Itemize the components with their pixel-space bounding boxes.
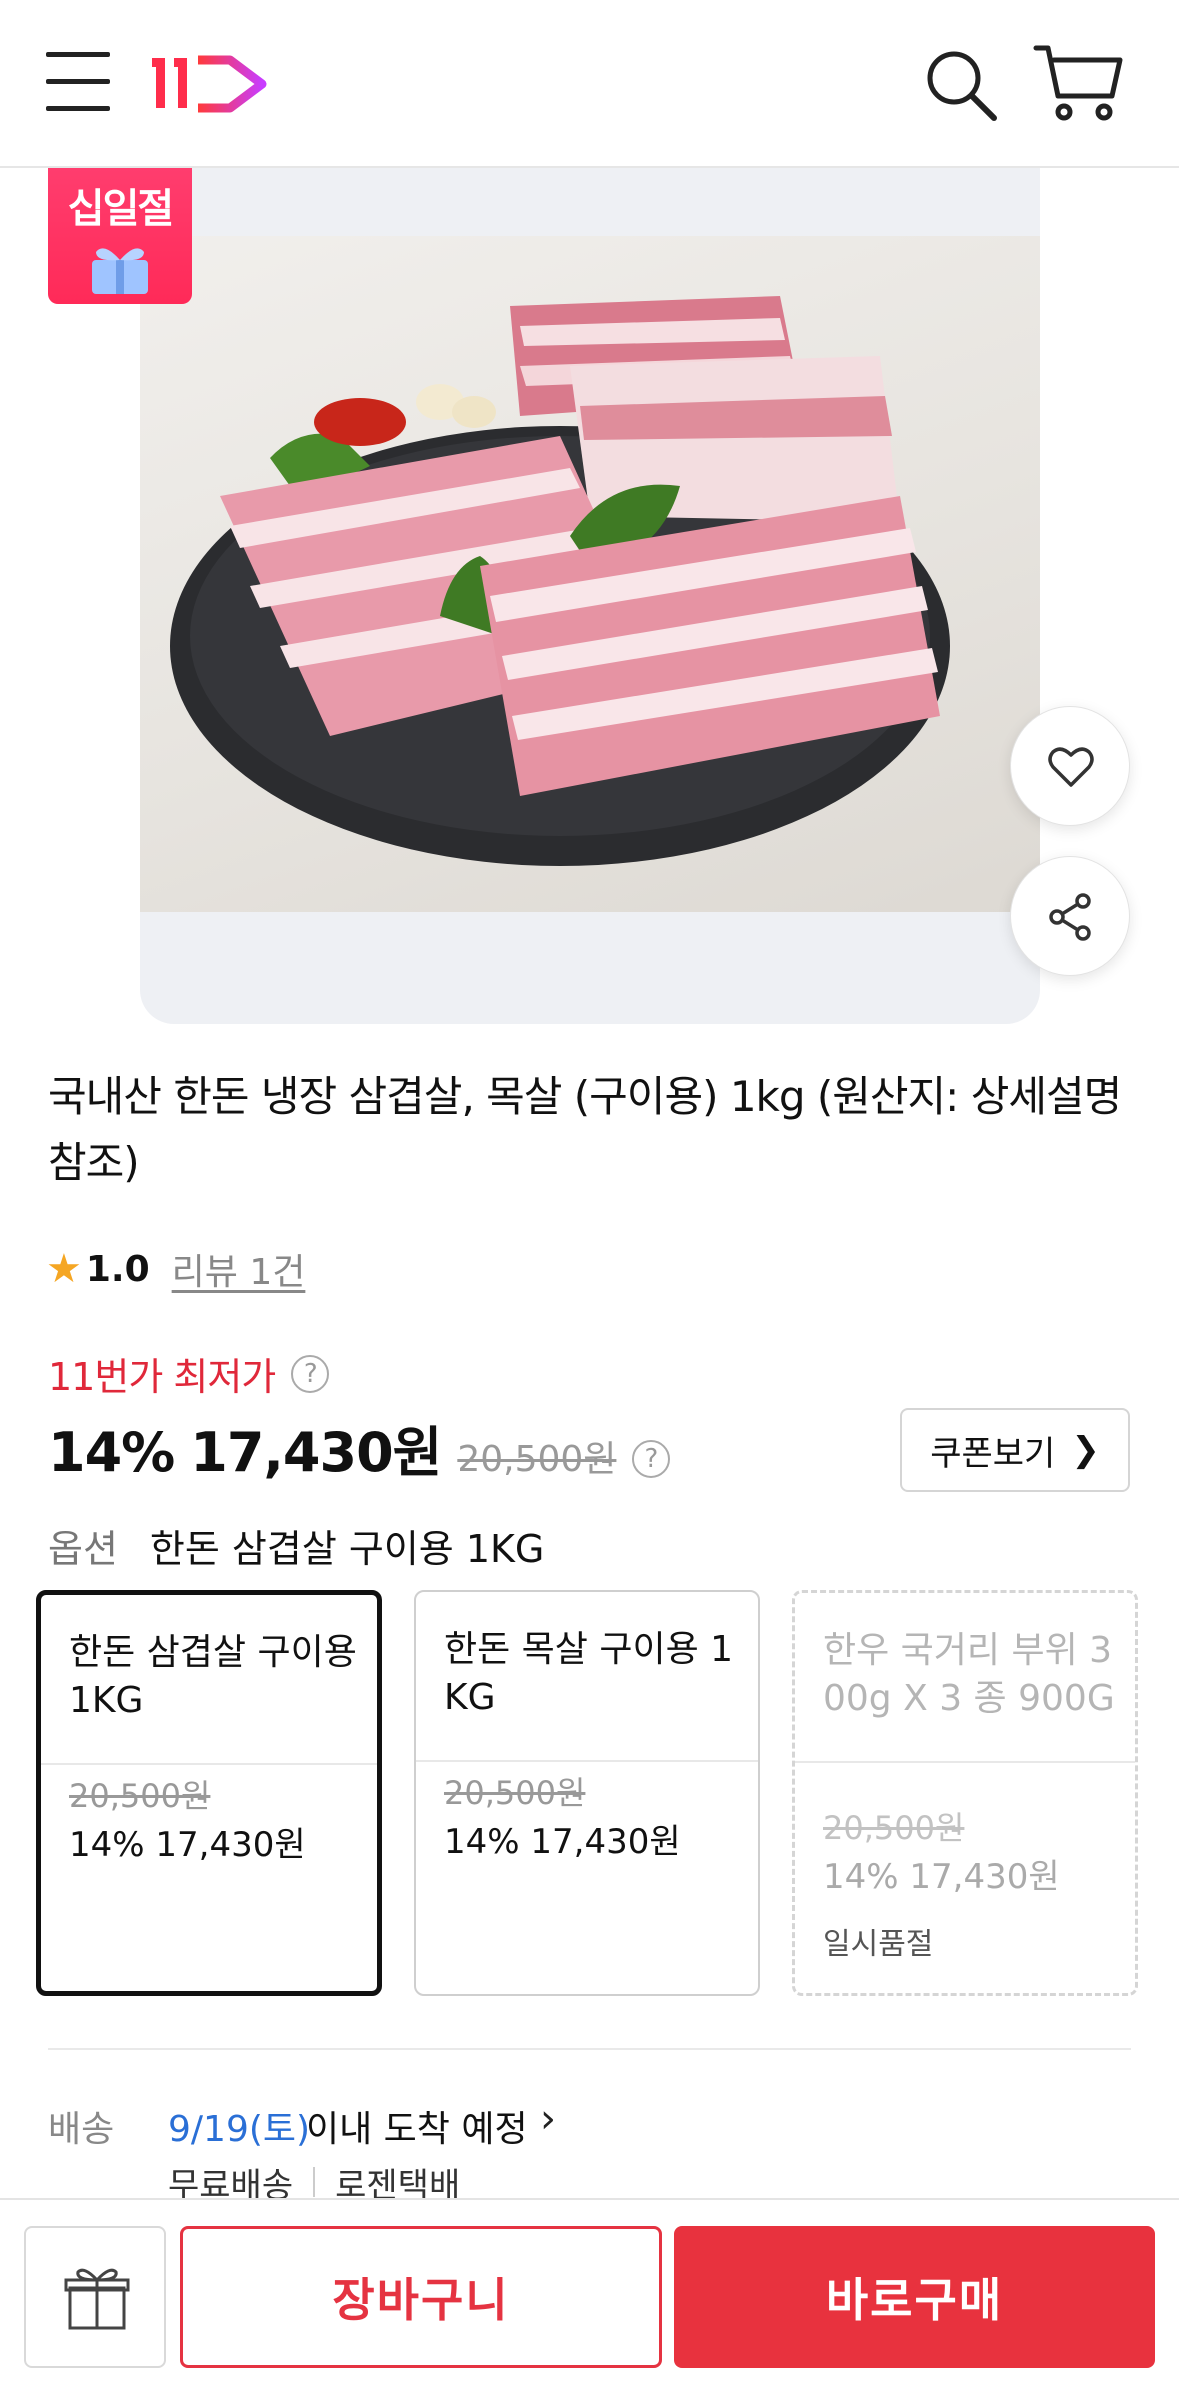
product-title: 국내산 한돈 냉장 삼겹살, 목살 (구이용) 1kg (원산지: 상세설명 참… [48,1072,1122,1187]
hamburger-menu-icon[interactable] [46,52,110,112]
option-price: 14% 17,430원 [444,1822,681,1862]
option-price: 14% 17,430원 [823,1857,1060,1897]
courier-text: 로젠택배 [335,2165,461,2203]
product-photo[interactable] [140,236,1040,912]
bottom-action-bar: 장바구니 바로구매 [0,2198,1179,2394]
option-name: 한돈 목살 구이용 1KG [444,1629,734,1718]
search-icon[interactable] [920,44,1000,124]
top-header [0,0,1179,168]
option-divider [41,1763,377,1765]
option-selected-value: 한돈 삼겹살 구이용 1KG [149,1527,545,1571]
gift-bow-icon [92,248,148,294]
free-shipping-text: 무료배송 [168,2165,294,2203]
sale-price: 17,430원 [190,1421,442,1484]
coupon-button[interactable]: 쿠폰보기 ❯ [900,1408,1130,1492]
star-icon: ★ [46,1246,82,1292]
discount-rate: 14% [48,1421,175,1484]
option-original-price: 20,500원 [444,1774,586,1812]
gift-icon [64,2268,130,2330]
wishlist-button[interactable] [1010,706,1130,826]
coupon-button-label: 쿠폰보기 [930,1433,1056,1474]
rating-row: ★ 1.0 리뷰 1건 [46,1244,305,1294]
option-name: 한우 국거리 부위 300g X 3 종 900G [823,1630,1115,1719]
cart-icon[interactable] [1032,40,1124,126]
badge-text: 십일절 [67,186,174,232]
help-icon[interactable]: ? [291,1354,330,1393]
option-original-price: 20,500원 [69,1777,211,1815]
delivery-date: 9/19(토) [168,2109,311,2150]
delivery-info: 무료배송 로젠택배 [168,2162,461,2203]
event-badge: 십일절 [48,168,192,304]
option-card-selected[interactable]: 한돈 삼겹살 구이용 1KG 20,500원 14% 17,430원 [36,1590,382,1996]
chevron-right-icon: ❯ [1071,1430,1100,1470]
review-count-link[interactable]: 리뷰 1건 [172,1243,306,1295]
gift-button[interactable] [24,2226,166,2368]
buy-now-button[interactable]: 바로구매 [674,2226,1155,2368]
add-to-cart-button[interactable]: 장바구니 [180,2226,662,2368]
option-summary: 옵션 한돈 삼겹살 구이용 1KG [48,1518,544,1573]
section-divider [48,2048,1131,2050]
delivery-label: 배송 [48,2109,115,2150]
lowest-price-text: 11번가 최저가 [48,1355,276,1399]
price-row: 14% 17,430원 20,500원 ? [48,1408,671,1484]
original-price: 20,500원 [457,1439,617,1480]
option-price: 14% 17,430원 [69,1825,306,1865]
delivery-eta-text[interactable]: 이내 도착 예정 [306,2100,528,2152]
option-divider [795,1761,1135,1763]
option-label: 옵션 [48,1527,118,1571]
option-card[interactable]: 한돈 목살 구이용 1KG 20,500원 14% 17,430원 [414,1590,760,1996]
info-separator [313,2167,316,2197]
soldout-status: 일시품절 [823,1927,934,1962]
rating-value: 1.0 [85,1248,150,1290]
lowest-price-label: 11번가 최저가 ? [48,1346,330,1401]
option-original-price: 20,500원 [823,1809,965,1847]
share-icon [1049,893,1091,941]
logo-11st[interactable] [152,44,272,124]
option-divider [416,1760,758,1762]
chevron-right-icon[interactable]: › [540,2096,556,2142]
option-name: 한돈 삼겹살 구이용 1KG [69,1632,357,1721]
heart-icon [1048,747,1094,787]
share-button[interactable] [1010,856,1130,976]
option-card-soldout[interactable]: 한우 국거리 부위 300g X 3 종 900G 20,500원 14% 17… [792,1590,1138,1996]
price-help-icon[interactable]: ? [632,1440,671,1478]
